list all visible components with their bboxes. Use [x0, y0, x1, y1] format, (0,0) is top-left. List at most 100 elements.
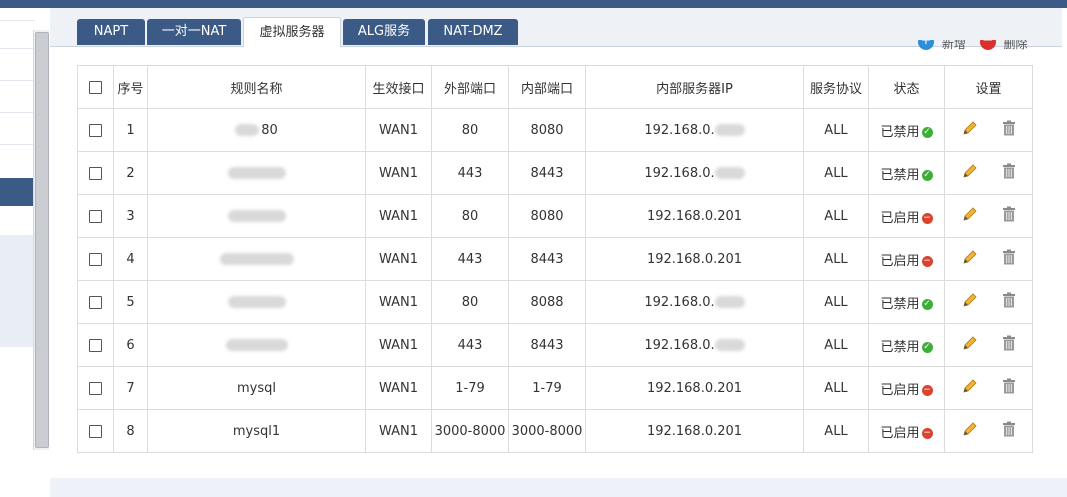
row-protocol: ALL: [803, 108, 869, 152]
row-internal-port: 1-79: [508, 366, 586, 410]
edit-icon[interactable]: [962, 120, 978, 140]
header-select-all[interactable]: [77, 65, 114, 109]
row-index: 5: [113, 280, 148, 324]
select-all-checkbox[interactable]: [89, 80, 102, 94]
row-rule-name: [147, 280, 366, 324]
scrollbar-thumb[interactable]: [35, 32, 49, 448]
trash-icon[interactable]: [1002, 206, 1016, 226]
row-external-port: 80: [431, 108, 509, 152]
trash-icon[interactable]: [1002, 120, 1016, 140]
row-settings: [944, 108, 1033, 152]
stop-icon: −: [921, 427, 933, 439]
row-settings: [944, 194, 1033, 238]
row-external-port: 80: [431, 194, 509, 238]
check-icon: ✓: [921, 126, 933, 138]
row-checkbox[interactable]: [89, 123, 102, 137]
tab-nat-dmz[interactable]: NAT-DMZ: [428, 19, 518, 45]
row-select[interactable]: [77, 280, 114, 324]
server-ip: 192.168.0.: [644, 165, 715, 181]
row-status[interactable]: 已启用 −: [868, 366, 945, 410]
trash-icon[interactable]: [1002, 249, 1016, 269]
edit-icon[interactable]: [962, 206, 978, 226]
status-text: 已启用: [880, 210, 920, 226]
row-select[interactable]: [77, 409, 114, 453]
minus-circle-icon[interactable]: −: [979, 40, 996, 50]
row-checkbox[interactable]: [89, 295, 102, 309]
trash-icon[interactable]: [1002, 378, 1016, 398]
row-select[interactable]: [77, 194, 114, 238]
status-text: 已禁用: [880, 167, 920, 183]
row-settings: [944, 409, 1033, 453]
table-row: 1 80 WAN1 80 8080 192.168.0. ALL 已禁用 ✓: [77, 108, 1033, 152]
status-text: 已禁用: [880, 124, 920, 140]
row-index: 1: [113, 108, 148, 152]
trash-icon[interactable]: [1002, 163, 1016, 183]
rule-name: mysql1: [232, 423, 281, 439]
edit-icon[interactable]: [962, 378, 978, 398]
server-ip: 192.168.0.201: [646, 251, 743, 267]
nav-submenu: [0, 235, 33, 347]
row-checkbox[interactable]: [89, 424, 102, 438]
row-checkbox[interactable]: [89, 209, 102, 223]
row-internal-port: 3000-8000: [508, 409, 586, 453]
row-checkbox[interactable]: [89, 252, 102, 266]
tab-one-to-one-nat[interactable]: 一对一NAT: [147, 19, 241, 45]
row-checkbox[interactable]: [89, 381, 102, 395]
table-row: 7 mysql WAN1 1-79 1-79 192.168.0.201 ALL 已启用 −: [77, 366, 1033, 410]
row-external-port: 1-79: [431, 366, 509, 410]
edit-icon[interactable]: [962, 249, 978, 269]
tab-napt[interactable]: NAPT: [77, 19, 145, 45]
status-text: 已启用: [880, 382, 920, 398]
server-ip: 192.168.0.: [644, 337, 715, 353]
redacted-text: [219, 253, 294, 265]
delete-button[interactable]: 删除: [1004, 40, 1028, 50]
tab-virtual-server[interactable]: 虚拟服务器: [243, 17, 341, 47]
plus-circle-icon[interactable]: +: [918, 40, 934, 50]
edit-icon[interactable]: [962, 421, 978, 441]
redacted-text: [714, 296, 745, 308]
page-footer-area: [50, 478, 1067, 497]
server-ip: 192.168.0.201: [646, 423, 743, 439]
trash-icon[interactable]: [1002, 335, 1016, 355]
row-status[interactable]: 已禁用 ✓: [868, 151, 945, 195]
table-row: 4 WAN1 443 8443 192.168.0.201 ALL 已启用 −: [77, 237, 1033, 281]
row-select[interactable]: [77, 151, 114, 195]
row-checkbox[interactable]: [89, 338, 102, 352]
trash-icon[interactable]: [1002, 292, 1016, 312]
edit-icon[interactable]: [962, 335, 978, 355]
redacted-text: [227, 167, 286, 179]
row-select[interactable]: [77, 323, 114, 367]
row-status[interactable]: 已禁用 ✓: [868, 108, 945, 152]
rule-name: mysql: [237, 380, 276, 396]
row-index: 8: [113, 409, 148, 453]
nav-item-selected[interactable]: [0, 178, 33, 206]
row-external-port: 443: [431, 323, 509, 367]
edit-icon[interactable]: [962, 163, 978, 183]
row-status[interactable]: 已启用 −: [868, 237, 945, 281]
tab-alg-service[interactable]: ALG服务: [343, 19, 425, 45]
server-ip: 192.168.0.201: [646, 380, 743, 396]
row-select[interactable]: [77, 108, 114, 152]
row-external-port: 443: [431, 151, 509, 195]
row-checkbox[interactable]: [89, 166, 102, 180]
row-status[interactable]: 已禁用 ✓: [868, 323, 945, 367]
header-external-port: 外部端口: [431, 65, 509, 109]
row-select[interactable]: [77, 366, 114, 410]
row-settings: [944, 151, 1033, 195]
row-select[interactable]: [77, 237, 114, 281]
row-index: 6: [113, 323, 148, 367]
row-server-ip: 192.168.0.201: [585, 409, 804, 453]
add-button[interactable]: 新增: [942, 40, 966, 50]
row-status[interactable]: 已禁用 ✓: [868, 280, 945, 324]
table-row: 3 WAN1 80 8080 192.168.0.201 ALL 已启用 −: [77, 194, 1033, 238]
row-status[interactable]: 已启用 −: [868, 409, 945, 453]
edit-icon[interactable]: [962, 292, 978, 312]
table-row: 8 mysql1 WAN1 3000-8000 3000-8000 192.168.0.2…: [77, 409, 1033, 453]
row-protocol: ALL: [803, 237, 869, 281]
row-status[interactable]: 已启用 −: [868, 194, 945, 238]
trash-icon[interactable]: [1002, 421, 1016, 441]
stop-icon: −: [921, 255, 933, 267]
row-rule-name: [147, 194, 366, 238]
row-server-ip: 192.168.0.: [585, 323, 804, 367]
row-internal-port: 8443: [508, 237, 586, 281]
